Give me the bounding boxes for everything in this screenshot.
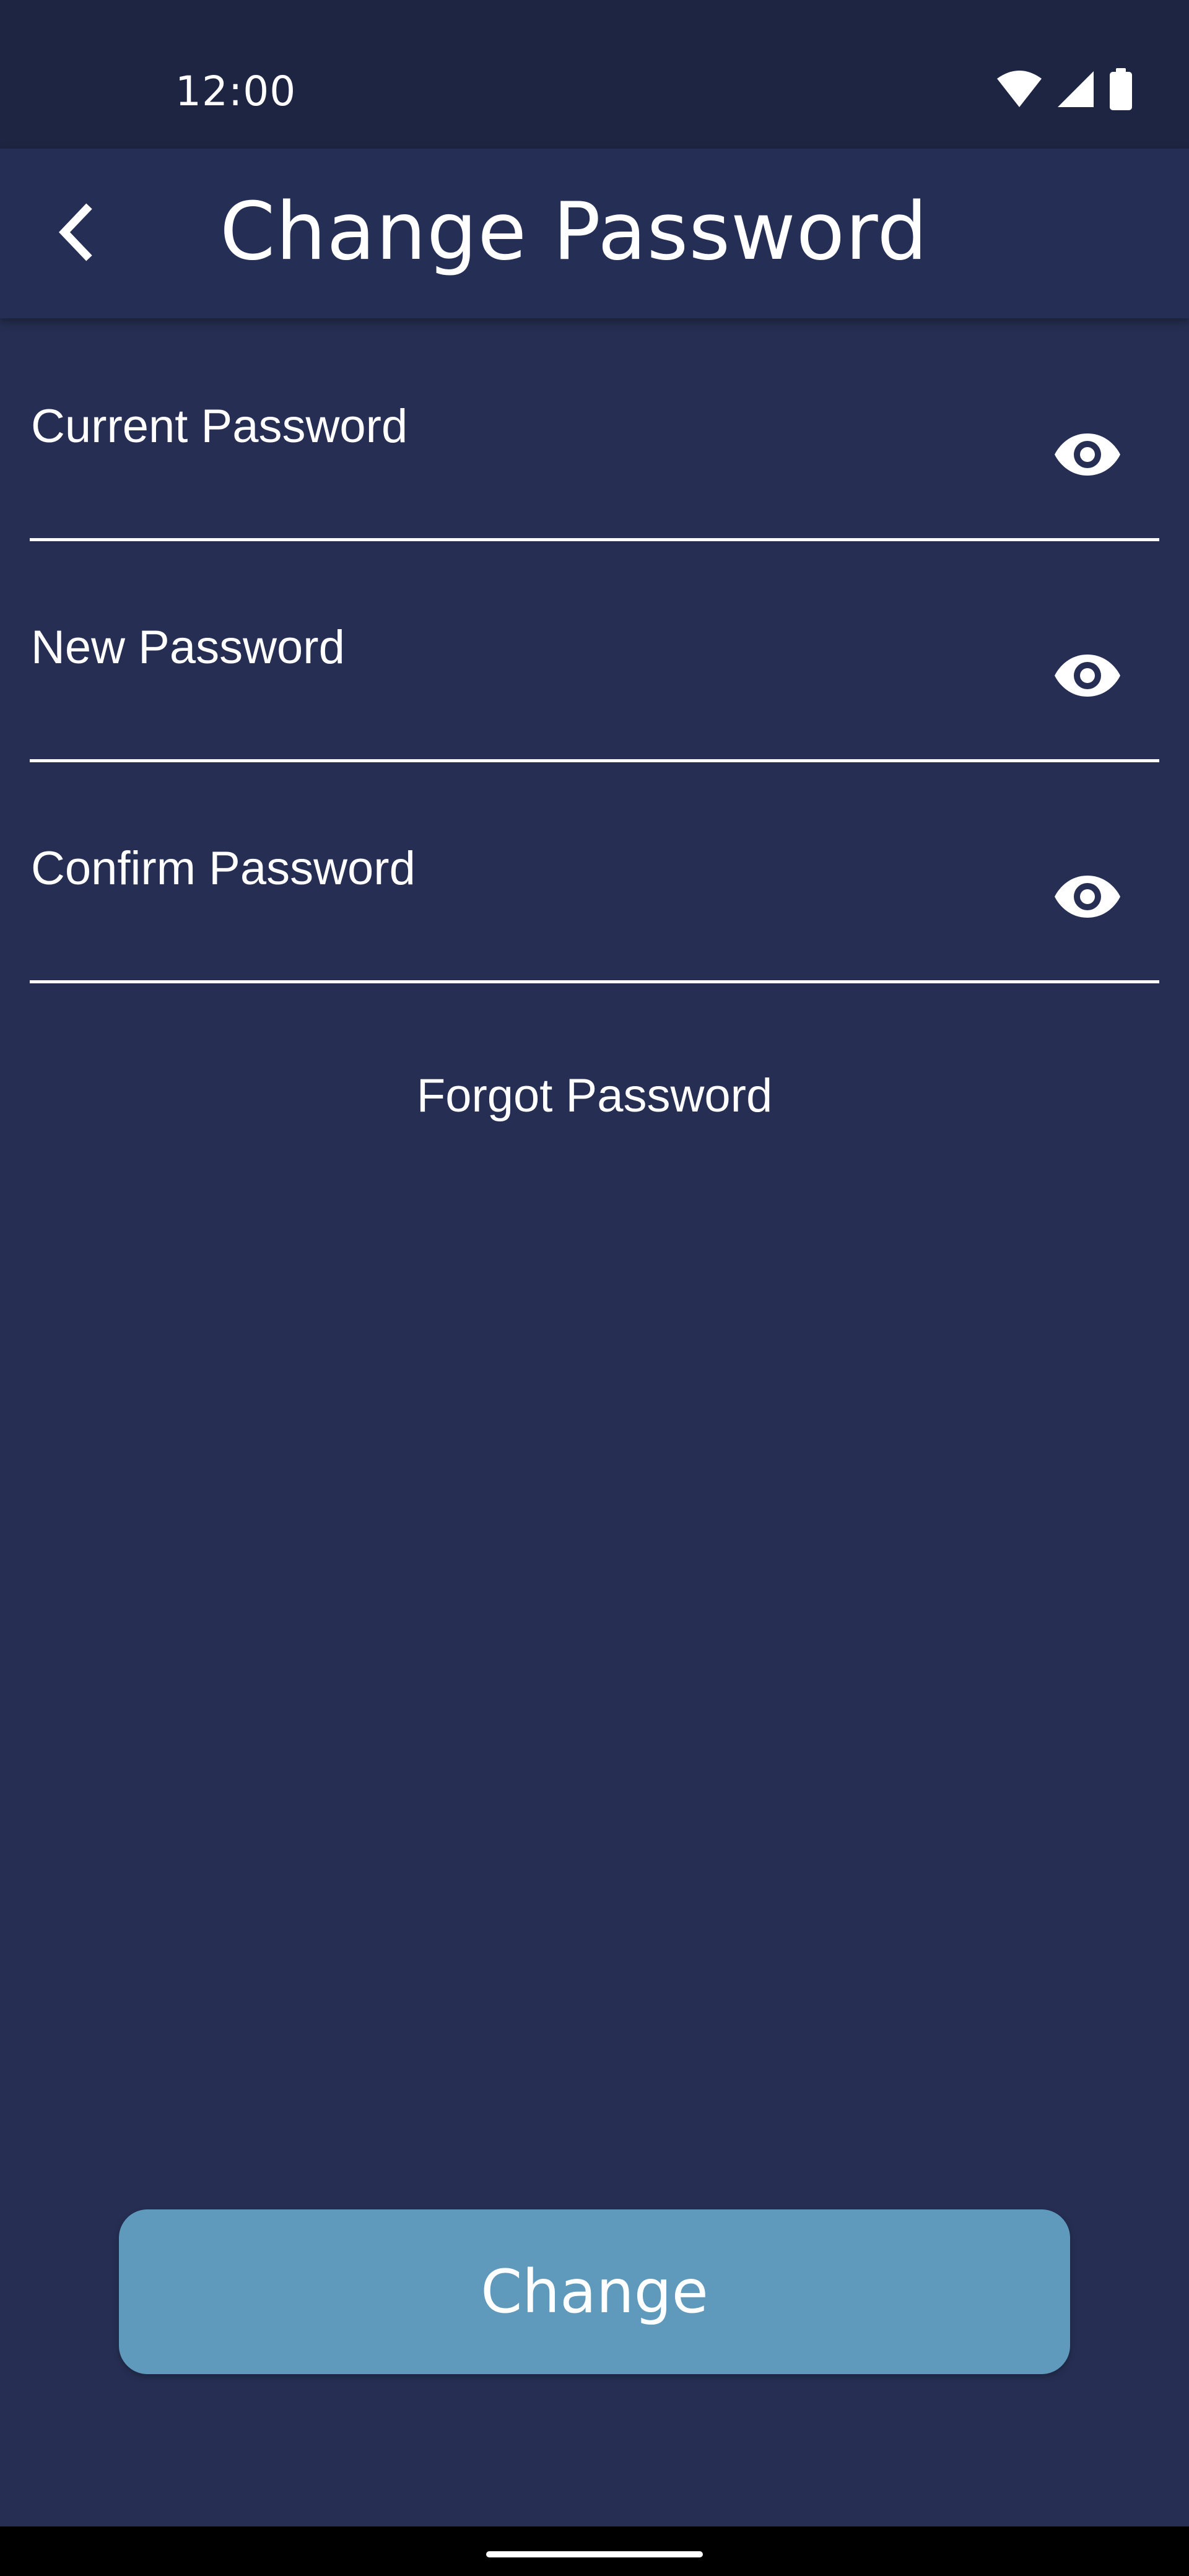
navigation-bar [0,2526,1189,2576]
new-password-input[interactable] [31,542,1022,752]
battery-icon [1108,68,1133,110]
page-title: Change Password [220,186,928,278]
new-password-visibility-toggle[interactable] [1050,640,1125,714]
cellular-signal-icon [1056,70,1095,108]
current-password-input[interactable] [31,321,1022,531]
status-bar: 12:00 [0,0,1189,149]
confirm-password-field [30,763,1159,983]
app-bar: Change Password [0,149,1189,318]
home-indicator[interactable] [486,2551,703,2557]
forgot-password-link[interactable]: Forgot Password [0,1062,1189,1130]
status-icons [996,68,1133,110]
back-button[interactable] [30,186,125,281]
confirm-password-visibility-toggle[interactable] [1050,861,1125,935]
new-password-field [30,542,1159,762]
change-button[interactable]: Change [119,2209,1070,2374]
change-password-screen: 12:00 Change Password Forgot Password Ch… [0,0,1189,2576]
new-password-underline [30,759,1159,762]
eye-icon [1053,431,1121,481]
current-password-underline [30,538,1159,541]
wifi-icon [996,70,1043,108]
chevron-left-icon [56,201,99,266]
status-time: 12:00 [175,67,297,115]
confirm-password-underline [30,980,1159,983]
current-password-field [30,321,1159,541]
eye-icon [1053,873,1121,923]
confirm-password-input[interactable] [31,763,1022,973]
current-password-visibility-toggle[interactable] [1050,419,1125,493]
eye-icon [1053,652,1121,702]
